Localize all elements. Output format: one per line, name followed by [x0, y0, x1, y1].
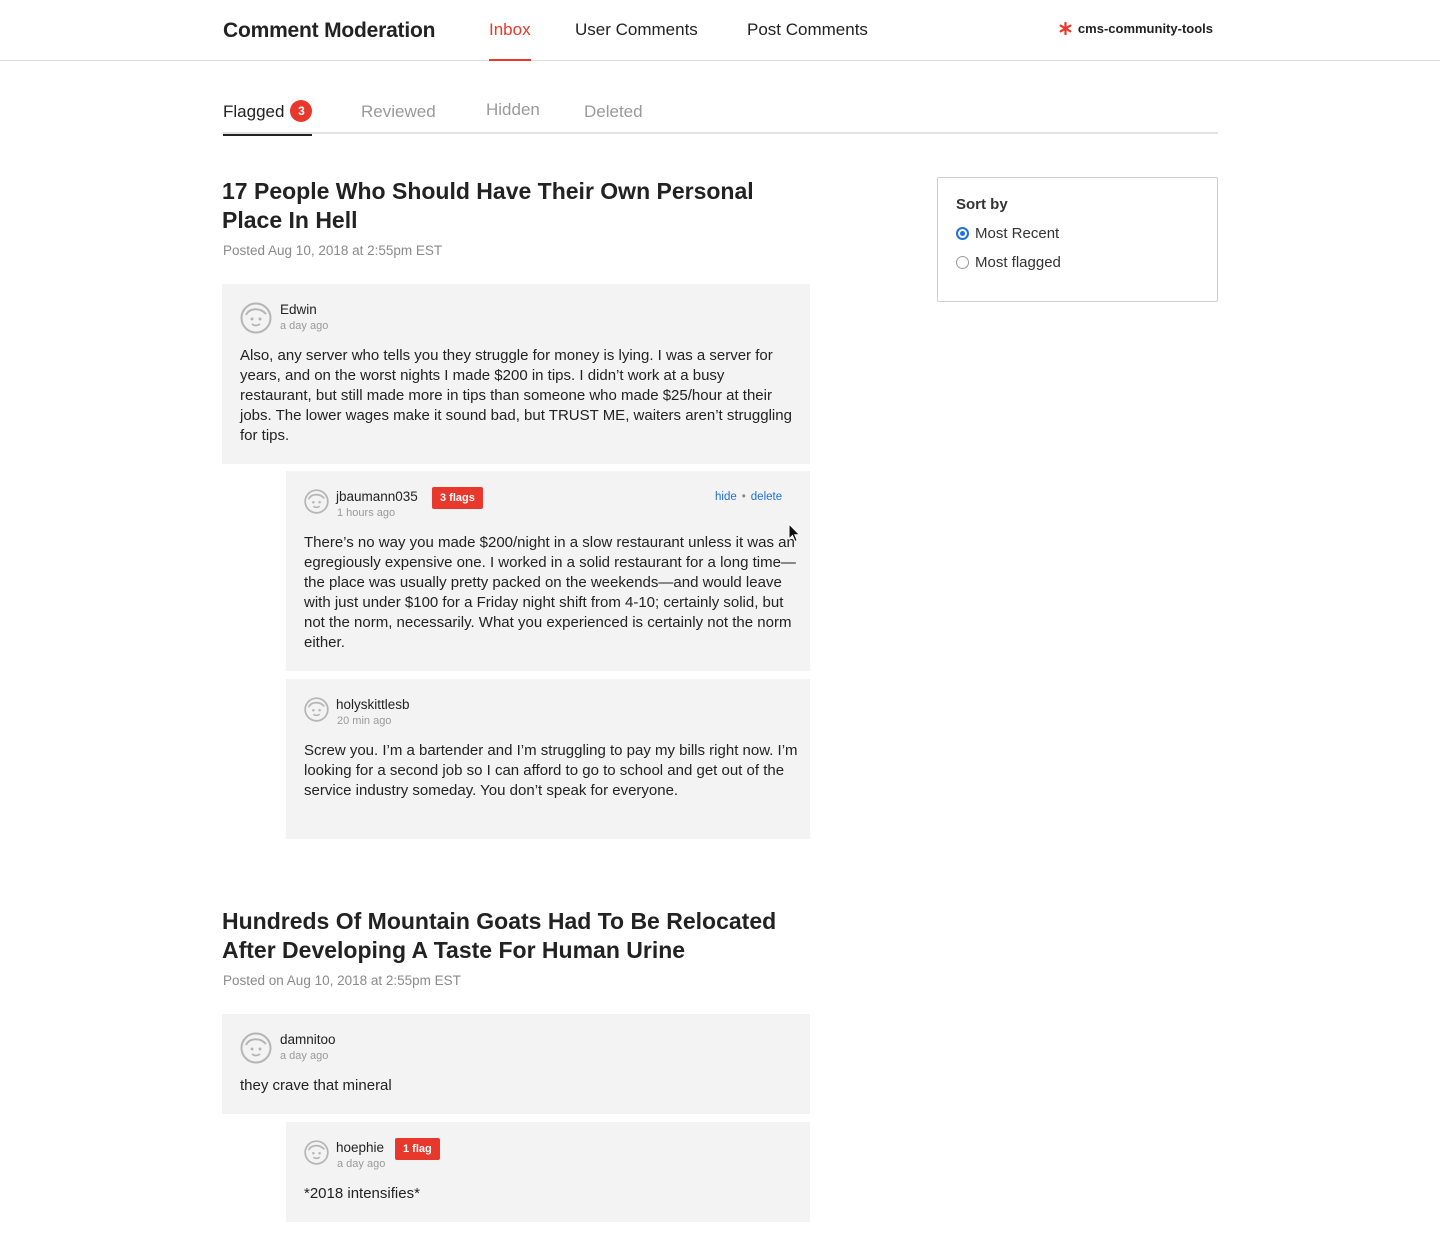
flag-count-badge: 3 flags: [432, 487, 483, 509]
reply-timestamp: 1 hours ago: [337, 507, 396, 519]
brand-link[interactable]: cms-community-tools: [1059, 21, 1213, 36]
comment-timestamp: a day ago: [280, 320, 329, 332]
tab-hidden[interactable]: Hidden: [486, 100, 540, 136]
comment-username[interactable]: damnitoo: [280, 1032, 336, 1047]
comment-card: damnitoo a day ago they crave that miner…: [222, 1014, 810, 1114]
sort-title: Sort by: [956, 196, 1008, 213]
delete-link[interactable]: delete: [751, 491, 782, 503]
sort-option-most-recent[interactable]: Most Recent: [956, 225, 1199, 242]
reply-username[interactable]: holyskittlesb: [336, 697, 410, 712]
radio-unchecked-icon[interactable]: [956, 256, 969, 269]
reply-username[interactable]: jbaumann035: [336, 489, 418, 504]
reply-body: Screw you. I’m a bartender and I’m strug…: [304, 742, 798, 799]
comment-timestamp: a day ago: [280, 1050, 329, 1062]
nav-tab-inbox[interactable]: Inbox: [489, 20, 531, 61]
radio-checked-icon[interactable]: [956, 227, 969, 240]
comment-username[interactable]: Edwin: [280, 302, 317, 317]
tab-flagged[interactable]: Flagged 3: [223, 100, 313, 136]
post-meta: Posted Aug 10, 2018 at 2:55pm EST: [223, 243, 443, 258]
nav-tab-user-comments[interactable]: User Comments: [575, 20, 698, 61]
reply-body: *2018 intensifies*: [304, 1185, 420, 1202]
top-navigation-bar: Comment Moderation Inbox User Comments P…: [0, 0, 1440, 61]
tab-flagged-label: Flagged: [223, 102, 285, 121]
app-title: Comment Moderation: [223, 19, 436, 42]
user-avatar-icon: [240, 1032, 272, 1064]
reply-body: There’s no way you made $200/night in a …: [304, 534, 796, 651]
user-avatar-icon: [304, 489, 329, 514]
mouse-cursor-icon: [788, 523, 801, 543]
sort-option-most-flagged[interactable]: Most flagged: [956, 254, 1199, 271]
brand-name: cms-community-tools: [1077, 21, 1213, 36]
user-avatar-icon: [304, 697, 329, 722]
comment-body: they crave that mineral: [240, 1077, 392, 1094]
sort-option-label: Most Recent: [975, 225, 1060, 242]
user-avatar-icon: [304, 1140, 329, 1165]
reply-card-flagged: hoephie a day ago 1 flag *2018 intensifi…: [286, 1122, 810, 1222]
hide-link[interactable]: hide: [715, 491, 737, 503]
nav-tab-post-comments[interactable]: Post Comments: [747, 20, 868, 61]
reply-timestamp: a day ago: [337, 1158, 386, 1170]
comment-card: Edwin a day ago Also, any server who tel…: [222, 284, 810, 464]
sort-option-label: Most flagged: [975, 254, 1061, 271]
user-avatar-icon: [240, 302, 272, 334]
post-title[interactable]: 17 People Who Should Have Their Own Pers…: [222, 177, 812, 235]
separator-dot: •: [741, 491, 746, 503]
tab-deleted[interactable]: Deleted: [584, 102, 643, 138]
reply-username[interactable]: hoephie: [336, 1140, 384, 1155]
post-title[interactable]: Hundreds Of Mountain Goats Had To Be Rel…: [222, 907, 822, 965]
post-meta: Posted on Aug 10, 2018 at 2:55pm EST: [223, 973, 461, 988]
reply-card: holyskittlesb 20 min ago Screw you. I’m …: [286, 679, 810, 839]
reply-timestamp: 20 min ago: [337, 715, 392, 727]
status-tabs: Flagged 3 Reviewed Hidden Deleted: [223, 96, 1218, 136]
tab-reviewed[interactable]: Reviewed: [361, 102, 436, 138]
reply-card-flagged: jbaumann035 1 hours ago 3 flags hide • del…: [286, 471, 810, 671]
flagged-count-badge: 3: [290, 100, 313, 122]
comment-body: Also, any server who tells you they stru…: [240, 347, 792, 444]
brand-asterisk-icon: [1059, 22, 1072, 35]
flag-count-badge: 1 flag: [395, 1138, 440, 1160]
moderation-actions: hide • delete: [715, 491, 782, 503]
sort-panel: Sort by Most Recent Most flagged: [937, 177, 1218, 302]
